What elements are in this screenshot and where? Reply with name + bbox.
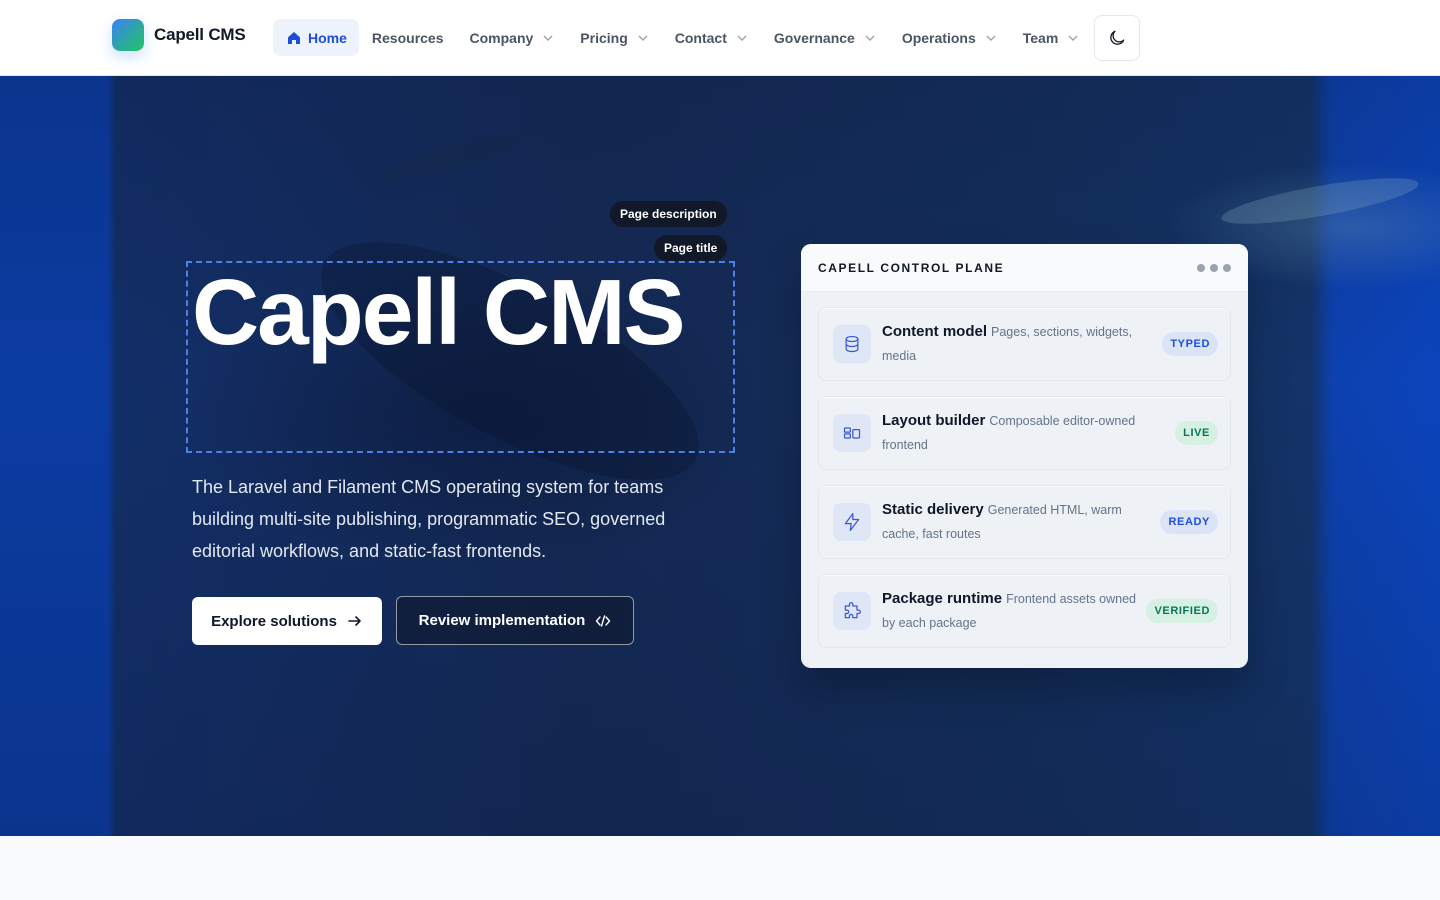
- nav-item-label: Company: [469, 29, 534, 46]
- chevron-down-icon: [986, 35, 996, 41]
- nav-item-pricing[interactable]: Pricing: [567, 19, 661, 56]
- feature-text: Static delivery Generated HTML, warm cach…: [882, 498, 1150, 546]
- nav-item-company[interactable]: Company: [457, 19, 568, 56]
- panel-header: CAPELL CONTROL PLANE: [801, 244, 1248, 292]
- nav-item-resources[interactable]: Resources: [359, 19, 457, 56]
- code-icon: [596, 614, 611, 627]
- database-icon: [833, 325, 871, 363]
- feature-text: Layout builder Composable editor-owned fr…: [882, 409, 1165, 457]
- nav-item-label: Resources: [371, 29, 444, 46]
- feature-row-content-model[interactable]: Content model Pages, sections, widgets, m…: [818, 307, 1231, 381]
- brand-logo: [112, 19, 144, 51]
- feature-name: Layout builder: [882, 412, 986, 429]
- feature-text: Content model Pages, sections, widgets, m…: [882, 320, 1152, 368]
- control-plane-panel: CAPELL CONTROL PLANE Content model Pages,…: [801, 244, 1248, 668]
- status-badge: VERIFIED: [1146, 599, 1218, 623]
- brand-link[interactable]: Capell CMS: [112, 19, 246, 51]
- home-icon: [288, 31, 300, 44]
- arrow-right-icon: [348, 616, 361, 626]
- page-description-chip[interactable]: Page description: [610, 201, 727, 227]
- feature-name: Content model: [882, 323, 987, 340]
- page-title-chip[interactable]: Page title: [654, 235, 728, 261]
- nav-item-label: Contact: [674, 29, 727, 46]
- lightning-icon: [833, 503, 871, 541]
- status-badge: READY: [1160, 510, 1218, 534]
- brand-name: Capell CMS: [154, 25, 246, 44]
- chevron-down-icon: [865, 35, 875, 41]
- puzzle-icon: [833, 592, 871, 630]
- site-header: Capell CMS Home Resources Company Pricin…: [0, 0, 1440, 76]
- explore-solutions-button[interactable]: Explore solutions: [192, 597, 382, 645]
- status-badge: LIVE: [1175, 421, 1218, 445]
- page-description: The Laravel and Filament CMS operating s…: [192, 477, 666, 561]
- feature-row-static-delivery[interactable]: Static delivery Generated HTML, warm cach…: [818, 485, 1231, 559]
- nav-item-label: Pricing: [580, 29, 628, 46]
- button-label: Review implementation: [418, 612, 586, 629]
- feature-name: Static delivery: [882, 501, 984, 518]
- nav-item-operations[interactable]: Operations: [889, 19, 1010, 56]
- nav-item-label: Operations: [901, 29, 976, 46]
- nav-item-home[interactable]: Home: [273, 19, 359, 56]
- review-implementation-button[interactable]: Review implementation: [396, 596, 634, 645]
- feature-text: Package runtime Frontend assets owned by …: [882, 587, 1136, 635]
- theme-toggle-button[interactable]: [1094, 14, 1141, 61]
- chevron-down-icon: [638, 35, 648, 41]
- page-section-below-hero: [0, 836, 1440, 900]
- button-label: Explore solutions: [211, 612, 337, 630]
- nav-item-team[interactable]: Team: [1010, 19, 1093, 56]
- chevron-down-icon: [1068, 35, 1078, 41]
- page-title: Capell CMS: [192, 260, 686, 364]
- nav-item-governance[interactable]: Governance: [761, 19, 889, 56]
- status-badge: TYPED: [1162, 332, 1218, 356]
- nav-item-label: Governance: [773, 29, 855, 46]
- moon-icon: [1110, 30, 1125, 45]
- feature-row-package-runtime[interactable]: Package runtime Frontend assets owned by …: [818, 574, 1231, 648]
- nav-item-label: Home: [308, 29, 347, 46]
- main-nav: Home Resources Company Pricing Contact G…: [273, 14, 1141, 61]
- window-dots-icon: [1197, 263, 1231, 272]
- layout-icon: [833, 414, 871, 452]
- chevron-down-icon: [543, 35, 553, 41]
- feature-list: Content model Pages, sections, widgets, m…: [801, 292, 1248, 648]
- nav-item-label: Team: [1022, 29, 1059, 46]
- feature-row-layout-builder[interactable]: Layout builder Composable editor-owned fr…: [818, 396, 1231, 470]
- chevron-down-icon: [737, 35, 747, 41]
- panel-title: CAPELL CONTROL PLANE: [818, 260, 1005, 275]
- feature-name: Package runtime: [882, 590, 1003, 607]
- nav-item-contact[interactable]: Contact: [662, 19, 761, 56]
